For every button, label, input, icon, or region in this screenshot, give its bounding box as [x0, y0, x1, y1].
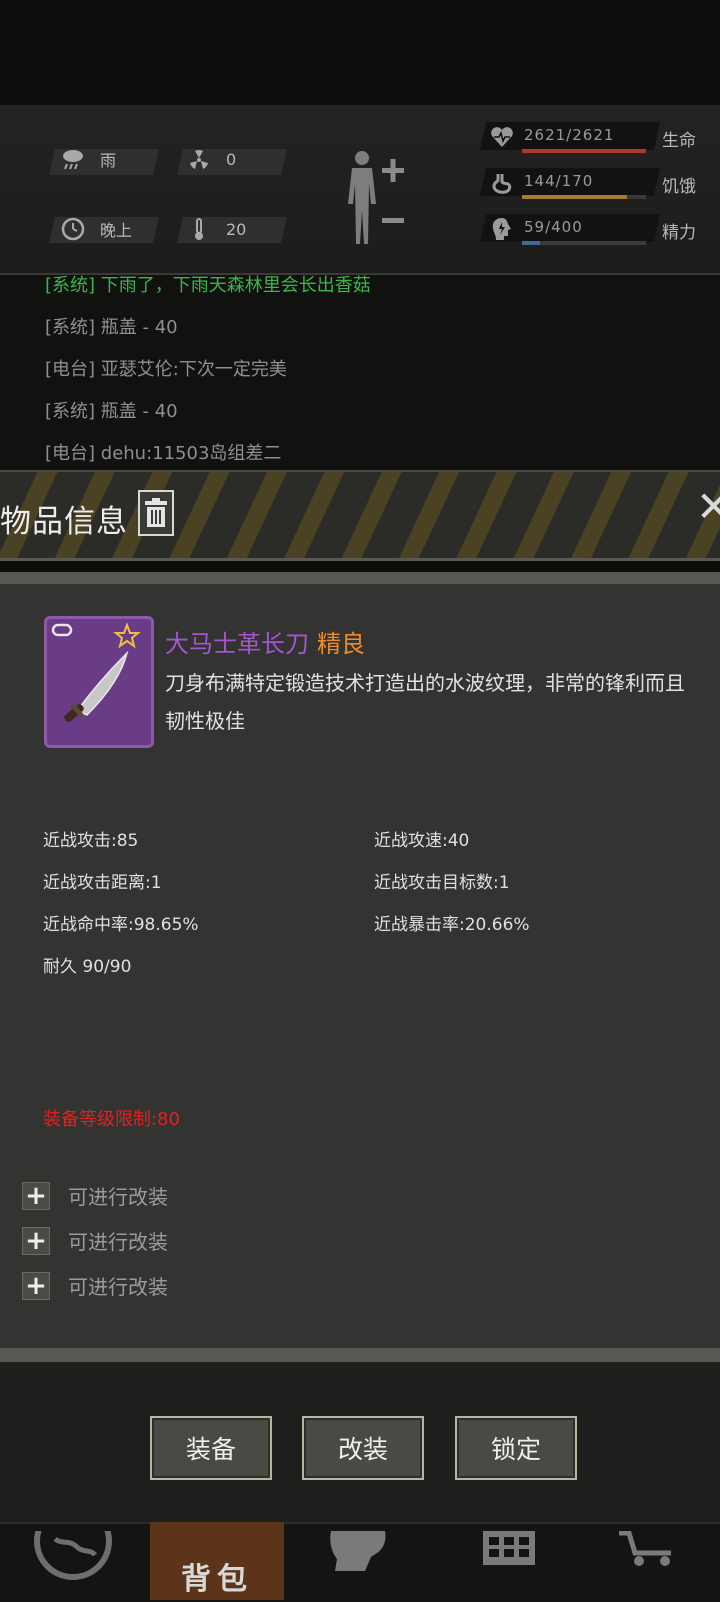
body-figure-icon: [348, 151, 404, 244]
time-of-day-text: 晚上: [100, 221, 133, 240]
item-title: 大马士革长刀 精良: [165, 624, 365, 659]
hunger-label: 饥饿: [662, 177, 696, 197]
mod-slot-label: 可进行改装: [68, 1230, 168, 1254]
lock-button[interactable]: 锁定: [455, 1416, 577, 1480]
health-value: 2621/2621: [524, 126, 615, 144]
level-requirement: 装备等级限制:80: [43, 1109, 180, 1130]
modal-title: 物品信息: [0, 504, 128, 540]
nav-character[interactable]: [325, 1522, 395, 1600]
heart-icon: [490, 126, 514, 152]
link-icon: [51, 623, 73, 637]
clock-icon: [60, 216, 86, 242]
nav-backpack[interactable]: 背包: [150, 1522, 284, 1600]
chat-log[interactable]: [系统] 下雨了，下雨天森林里会长出香菇 [系统] 瓶盖 - 40 [电台] 亚…: [0, 275, 720, 470]
radiation-value: 0: [226, 149, 237, 169]
energy-label: 精力: [662, 223, 696, 243]
rain-cloud-icon: [60, 146, 86, 172]
close-icon[interactable]: ✕: [696, 486, 720, 528]
attribute-melee-accuracy: 近战命中率:98.65%: [43, 915, 199, 935]
modify-button[interactable]: 改装: [302, 1416, 424, 1480]
globe-icon: [34, 1531, 112, 1580]
energy-bar: [522, 241, 646, 245]
time-status: 晚上: [60, 216, 132, 242]
plus-icon: +: [22, 1271, 50, 1300]
health-label: 生命: [662, 131, 696, 151]
temperature-status: 20: [186, 216, 246, 242]
mod-slot-label: 可进行改装: [68, 1275, 168, 1299]
mod-slot-label: 可进行改装: [68, 1185, 168, 1209]
attribute-melee-targets: 近战攻击目标数:1: [374, 873, 510, 893]
health-bar: [522, 149, 646, 153]
equip-button[interactable]: 装备: [150, 1416, 272, 1480]
weather-status: 雨: [60, 146, 116, 172]
stomach-icon: [490, 172, 514, 198]
attribute-melee-range: 近战攻击距离:1: [43, 873, 162, 893]
chat-line: [系统] 下雨了，下雨天森林里会长出香菇: [45, 275, 371, 296]
nav-crafting[interactable]: [478, 1522, 540, 1600]
star-icon: [113, 622, 141, 649]
item-description: 刀身布满特定锻造技术打造出的水波纹理，非常的锋利而且韧性极佳: [165, 671, 685, 733]
brain-energy-icon: [490, 216, 514, 246]
mod-slot[interactable]: + 可进行改装: [22, 1181, 168, 1210]
chat-line: [系统] 瓶盖 - 40: [45, 317, 178, 338]
machete-icon: [51, 622, 141, 722]
mod-slot[interactable]: + 可进行改装: [22, 1226, 168, 1255]
character-body-button[interactable]: [340, 144, 410, 254]
chat-line: [系统] 瓶盖 - 40: [45, 401, 178, 422]
radiation-status: 0: [186, 146, 236, 172]
nav-world[interactable]: [30, 1522, 116, 1600]
head-profile-icon: [330, 1531, 386, 1571]
energy-value: 59/400: [524, 218, 583, 236]
attribute-melee-crit: 近战暴击率:20.66%: [374, 915, 530, 935]
workbench-icon: [483, 1531, 535, 1565]
item-name: 大马士革长刀: [165, 630, 309, 658]
hunger-value: 144/170: [524, 172, 594, 190]
chat-line: [电台] 亚瑟艾伦:下次一定完美: [45, 359, 287, 380]
chat-line: [电台] dehu:11503岛组差二: [45, 443, 282, 464]
attribute-durability: 耐久 90/90: [43, 957, 132, 977]
item-info-header: 物品信息 ✕: [0, 470, 720, 561]
cart-icon: [619, 1531, 671, 1566]
plus-icon: +: [22, 1226, 50, 1255]
attribute-melee-speed: 近战攻速:40: [374, 831, 470, 851]
thermometer-icon: [186, 216, 212, 242]
hunger-bar: [522, 195, 646, 199]
item-icon-slot: [44, 616, 154, 748]
item-rarity: 精良: [317, 630, 365, 658]
radiation-icon: [186, 146, 212, 172]
weather-text: 雨: [100, 151, 117, 170]
mod-slot[interactable]: + 可进行改装: [22, 1271, 168, 1300]
trash-icon: [145, 498, 167, 527]
nav-shop[interactable]: [615, 1522, 679, 1600]
nav-backpack-label: 背包: [181, 1562, 253, 1597]
attribute-melee-attack: 近战攻击:85: [43, 831, 139, 851]
trash-button[interactable]: [138, 490, 174, 536]
plus-icon: +: [22, 1181, 50, 1210]
temperature-value: 20: [226, 219, 247, 239]
